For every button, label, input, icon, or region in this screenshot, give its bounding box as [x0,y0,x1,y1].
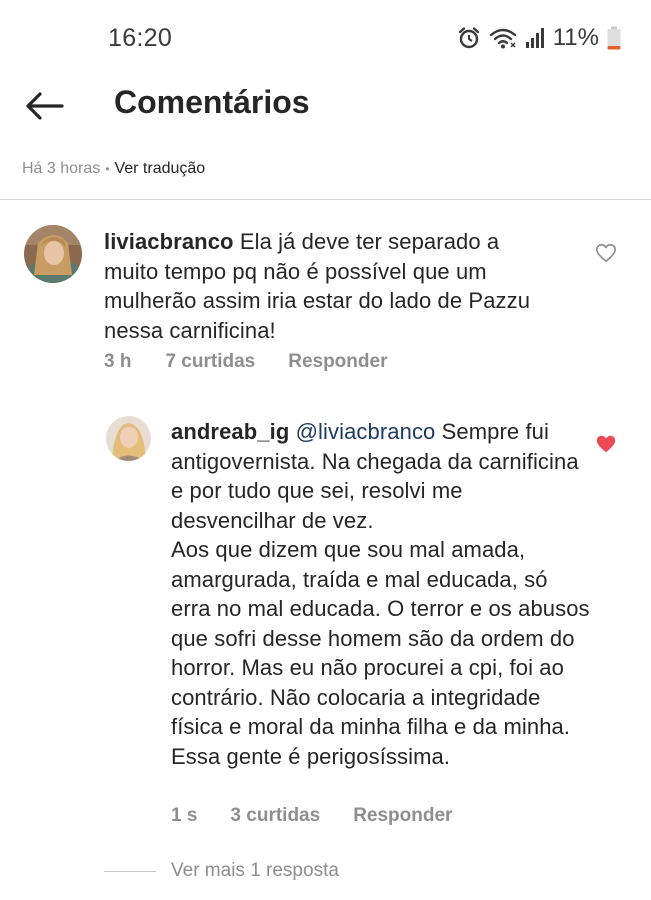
back-button[interactable] [22,84,66,128]
heart-icon[interactable] [595,242,617,264]
status-time: 16:20 [108,24,173,52]
comment-text: liviacbranco Ela já deve ter separado a … [104,227,544,345]
reply-body: Sempre fui antigovernista. Na chegada da… [171,419,590,769]
reply-time: 1 s [171,805,198,826]
status-icons: 11% [457,22,621,54]
see-translation-link[interactable]: Ver tradução [114,160,205,178]
avatar[interactable] [106,416,151,461]
divider [0,199,651,200]
comment-username[interactable]: liviacbranco [104,229,234,254]
view-more-replies-button[interactable]: Ver mais 1 resposta [104,860,339,882]
view-more-line [104,870,156,872]
likes-count[interactable]: 7 curtidas [165,351,255,373]
comment-time: 3 h [104,351,132,372]
post-meta: Há 3 horas • Ver tradução [22,160,205,178]
battery-icon [607,26,621,50]
status-bar: 16:20 11% [0,0,651,72]
avatar[interactable] [24,225,82,283]
page-title: Comentários [114,84,310,120]
comment-meta: 3 h 7 curtidas Responder [104,351,387,373]
alarm-icon [457,26,481,50]
reply-text: andreab_ig @liviacbranco Sempre fui anti… [171,417,591,771]
reply-username[interactable]: andreab_ig [171,419,289,444]
meta-separator: • [105,162,110,176]
signal-icon [525,27,545,49]
battery-percent: 11% [552,24,599,51]
view-more-label: Ver mais 1 resposta [171,860,339,881]
mention-link[interactable]: @liviacbranco [296,419,436,444]
reply-button[interactable]: Responder [353,805,452,827]
heart-icon[interactable] [595,433,617,455]
wifi-icon [489,26,517,50]
back-arrow-icon [26,92,64,120]
post-time: Há 3 horas [22,160,101,177]
app-header: Comentários [0,72,651,138]
reply-button[interactable]: Responder [288,351,387,373]
reply-meta: 1 s 3 curtidas Responder [171,805,452,827]
likes-count[interactable]: 3 curtidas [230,805,320,827]
